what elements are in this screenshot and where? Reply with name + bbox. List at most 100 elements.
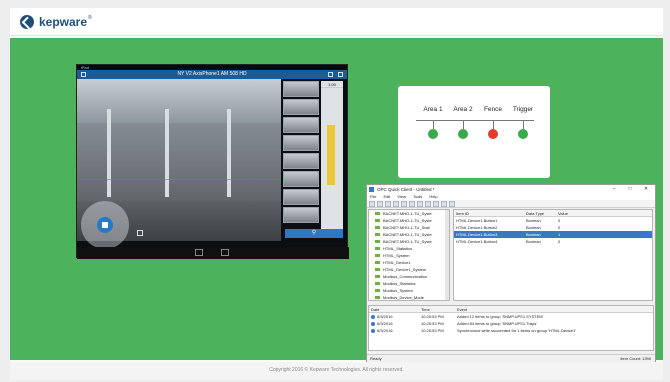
delete-icon[interactable] [449,201,455,207]
new-group-icon[interactable] [401,201,407,207]
item-value: 0 [558,239,561,244]
tree-item[interactable]: Modbus_Communication [369,273,449,280]
info-icon [371,314,375,319]
area-label: Area 1 [423,106,443,113]
copy-icon[interactable] [433,201,439,207]
cut-icon[interactable] [425,201,431,207]
search-button[interactable]: ⚲ [285,229,343,238]
log-header: Date Time Event [369,306,653,313]
live-tab-icon[interactable] [195,249,203,256]
status-bar: Ready Item Count: 1390 [367,354,655,362]
snapshot-icon[interactable] [137,230,143,236]
log-date: 6/3/2016 [369,313,419,320]
item-id: HTML.Device1.Button1 [456,218,498,223]
table-row[interactable]: HTML.Device1.Button1 Boolean 0 [454,217,652,224]
table-row[interactable]: HTML.Device1.Button2 Boolean 0 [454,224,652,231]
tree-item[interactable]: BACNET.MHO-1-TU_Syste [369,210,449,217]
log-row[interactable]: 6/3/2016 10:25:53 PM Synchronous write s… [369,327,653,334]
ptz-guide-line [77,179,281,180]
station-column [227,109,231,197]
item-id: HTML.Device1.Button4 [456,239,498,244]
menu-tools[interactable]: Tools [413,194,422,200]
item-value: 1 [558,232,561,237]
clip-thumbnail[interactable] [283,171,319,187]
log-event: Added 12 items to group 'SNMP.UPS1.SYSTE… [457,314,544,319]
menu-view[interactable]: View [397,194,406,200]
tree-item[interactable]: BACNET.MHO-1-TU_Syste [369,217,449,224]
maximize-button[interactable]: □ [623,185,637,194]
tree-scrollbar[interactable] [445,210,449,300]
column-event[interactable]: Event [455,306,653,312]
column-value[interactable]: Value [556,210,652,216]
log-date-text: 6/3/2016 [377,314,393,319]
save-icon[interactable] [385,201,391,207]
tree-item[interactable]: Modbus_Statistics [369,280,449,287]
tree-item[interactable]: BACNET.MHO-1-TU_Syste [369,238,449,245]
group-tree: BACNET.MHO-1-TU_Syste BACNET.MHO-1-TU_Sy… [368,209,450,301]
magnifier-icon: ⚲ [311,230,317,236]
clip-thumbnail[interactable] [283,135,319,151]
clip-thumbnails [283,81,319,237]
tree-item[interactable]: HTML_Statistics [369,245,449,252]
clip-thumbnail[interactable] [283,81,319,97]
log-date-text: 6/3/2016 [377,321,393,326]
properties-icon[interactable] [417,201,423,207]
timeline-recording-range [327,125,335,185]
area-status-dot [428,129,438,139]
event-log: Date Time Event 6/3/2016 10:25:53 PM Add… [368,305,654,351]
log-row[interactable]: 6/3/2016 10:25:53 PM Added 12 items to g… [369,313,653,320]
paste-icon[interactable] [441,201,447,207]
menu-edit[interactable]: Edit [383,194,390,200]
log-date-text: 6/3/2016 [377,328,393,333]
log-date: 6/3/2016 [369,320,419,327]
tree-item[interactable]: Modbus_System [369,287,449,294]
column-date[interactable]: Date [369,306,419,312]
tablet-tab-bar [77,247,349,259]
back-icon[interactable] [81,72,86,77]
log-time: 10:25:53 PM [421,328,444,333]
info-icon [371,321,375,326]
station-column [165,109,169,197]
site-header: kepware ® [10,8,663,36]
record-button[interactable] [97,217,113,233]
clip-thumbnail[interactable] [283,189,319,205]
tree-item[interactable]: BACNET.MHO-1-TU_Stati [369,224,449,231]
item-id: HTML.Device1.Button2 [456,225,498,230]
station-column [107,109,111,197]
column-time[interactable]: Time [419,306,455,312]
table-row-selected[interactable]: HTML.Device1.Button3 Boolean 1 [454,231,652,238]
settings-icon[interactable] [338,72,343,77]
kepware-logo-icon [20,15,34,29]
clip-thumbnail[interactable] [283,207,319,223]
column-item-id[interactable]: Item ID [454,210,524,216]
menu-help[interactable]: Help [429,194,437,200]
item-id: HTML.Device1.Button3 [456,232,498,237]
clip-thumbnail[interactable] [283,99,319,115]
close-button[interactable]: ✕ [639,185,653,194]
tree-item[interactable]: HTML_System [369,252,449,259]
kepware-logo[interactable]: kepware ® [20,15,92,29]
new-item-icon[interactable] [409,201,415,207]
clip-thumbnail[interactable] [283,117,319,133]
area-status-dot [458,129,468,139]
column-data-type[interactable]: Data Type [524,210,556,216]
playback-tab-icon[interactable] [221,249,229,256]
clip-thumbnail[interactable] [283,153,319,169]
open-icon[interactable] [377,201,383,207]
table-row[interactable]: HTML.Device1.Button4 Boolean 0 [454,238,652,245]
tree-item[interactable]: Modbus_Device_Mode [369,294,449,300]
log-row[interactable]: 6/3/2016 10:25:53 PM Added 84 items to g… [369,320,653,327]
app-icon [369,187,374,192]
recording-timeline[interactable]: 1.00 [321,81,343,237]
menu-file[interactable]: File [370,194,376,200]
info-icon [371,328,375,333]
brand-trademark: ® [88,15,92,21]
share-icon[interactable] [328,72,333,77]
tree-item[interactable]: HTML_Device1 [369,259,449,266]
minimize-button[interactable]: – [607,185,621,194]
tree-item[interactable]: HTML_Device1_System [369,266,449,273]
tree-item[interactable]: BACNET.MHO-1-TU_Syste [369,231,449,238]
new-icon[interactable] [369,201,375,207]
new-server-icon[interactable] [393,201,399,207]
log-time: 10:25:53 PM [421,321,444,326]
